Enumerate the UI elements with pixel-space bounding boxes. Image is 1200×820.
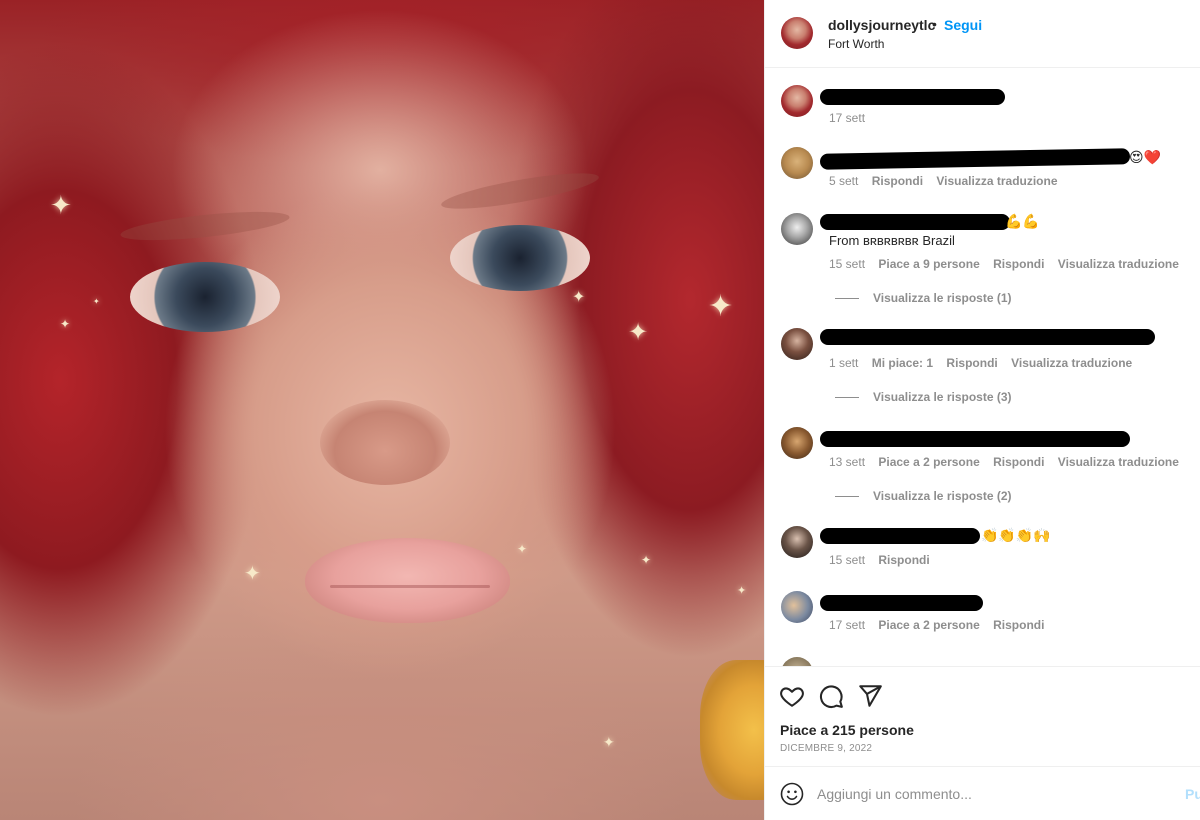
comment-time: 5 sett — [829, 174, 859, 188]
comment-time: 13 sett — [829, 455, 866, 469]
redaction-bar — [820, 214, 1010, 230]
redaction-bar — [820, 528, 980, 544]
comment-time: 15 sett — [829, 257, 866, 271]
comment-meta: 15 sett Piace a 9 persone Rispondi Visua… — [829, 257, 1189, 271]
comment-meta: 5 sett Rispondi Visualizza traduzione — [829, 174, 1068, 188]
commenter-avatar[interactable] — [781, 591, 813, 623]
left-eye — [130, 262, 280, 332]
translate-button[interactable]: Visualizza traduzione — [1011, 356, 1132, 370]
sparkle-icon: ✦ — [708, 290, 734, 323]
commenter-avatar[interactable] — [781, 85, 813, 117]
sparkle-icon: ✦ — [641, 553, 652, 567]
comment-meta: 1 sett Mi piace: 1 Rispondi Visualizza t… — [829, 356, 1142, 370]
likes-count[interactable]: Piace a 215 persone — [780, 722, 914, 738]
comment-emoji: 💪💪 — [1005, 213, 1040, 229]
lips — [305, 538, 510, 623]
redaction-bar — [820, 431, 1130, 447]
view-replies-button[interactable]: Visualizza le risposte (3) — [835, 390, 1012, 404]
comment-time: 17 sett — [829, 618, 866, 632]
sparkle-icon: ✦ — [93, 297, 100, 306]
sparkle-icon: ✦ — [50, 190, 72, 220]
translate-button[interactable]: Visualizza traduzione — [1058, 257, 1179, 271]
comment-meta: 15 sett Rispondi — [829, 553, 940, 567]
comment-bubble-icon[interactable] — [818, 683, 844, 709]
reply-button[interactable]: Rispondi — [993, 257, 1044, 271]
reply-button[interactable]: Rispondi — [993, 455, 1044, 469]
likes-count-link[interactable]: Mi piace: 1 — [872, 356, 933, 370]
post-header: dollysjourneytlc • Segui Fort Worth — [765, 0, 1200, 68]
commenter-avatar[interactable] — [781, 427, 813, 459]
post-comment-button[interactable]: Pu — [1185, 786, 1200, 802]
commenter-avatar[interactable] — [781, 213, 813, 245]
view-replies-button[interactable]: Visualizza le risposte (2) — [835, 489, 1012, 503]
translate-button[interactable]: Visualizza traduzione — [1058, 455, 1179, 469]
paper-plane-icon[interactable] — [857, 683, 883, 709]
comment-time: 17 sett — [829, 111, 866, 125]
comment-emoji: 👏👏👏🙌 — [981, 527, 1051, 543]
replies-line — [835, 298, 859, 300]
lip-line — [330, 585, 490, 588]
replies-line — [835, 397, 859, 399]
commenter-avatar[interactable] — [781, 657, 813, 666]
sparkle-icon: ✦ — [603, 734, 615, 750]
comments-list[interactable]: 17 sett 😍❤️ 5 sett Rispondi Visualizza t… — [765, 69, 1200, 666]
likes-count-link[interactable]: Piace a 2 persone — [878, 455, 979, 469]
reply-button[interactable]: Rispondi — [993, 618, 1044, 632]
view-replies-label: Visualizza le risposte (2) — [873, 489, 1012, 503]
right-eye — [450, 225, 590, 291]
translate-button[interactable]: Visualizza traduzione — [936, 174, 1057, 188]
comment-text: From ʙʀʙʀʙʀʙʀ Brazil — [829, 233, 955, 248]
comment-meta: 17 sett Piace a 2 persone Rispondi — [829, 618, 1054, 632]
reply-button[interactable]: Rispondi — [946, 356, 997, 370]
comment-time: 1 sett — [829, 356, 859, 370]
sparkle-icon: ✦ — [572, 289, 586, 306]
redaction-bar — [820, 329, 1155, 345]
add-comment-bar: Pu — [765, 766, 1200, 820]
comment-meta: 13 sett Piace a 2 persone Rispondi Visua… — [829, 455, 1189, 469]
likes-count-link[interactable]: Piace a 9 persone — [878, 257, 979, 271]
reply-button[interactable]: Rispondi — [872, 174, 923, 188]
right-eyebrow — [439, 166, 601, 216]
sparkle-icon: ✦ — [517, 542, 528, 556]
heart-icon[interactable] — [779, 683, 805, 709]
post-photo[interactable]: ✦ ✦ ✦ ✦ ✦ ✦ ✦ ✦ ✦ ✦ ✦ — [0, 0, 764, 820]
author-username[interactable]: dollysjourneytlc — [828, 17, 935, 33]
sparkle-icon: ✦ — [628, 319, 649, 346]
comment-meta: 17 sett — [829, 111, 875, 125]
replies-line — [835, 496, 859, 498]
redaction-bar — [819, 148, 1131, 170]
author-avatar[interactable] — [781, 17, 813, 49]
redaction-bar — [820, 595, 983, 611]
comment-emoji: 😍❤️ — [1129, 149, 1162, 165]
add-comment-input[interactable] — [817, 781, 1167, 807]
emoji-icon[interactable] — [780, 782, 804, 806]
likes-count-link[interactable]: Piace a 2 persone — [878, 618, 979, 632]
view-replies-button[interactable]: Visualizza le risposte (1) — [835, 291, 1012, 305]
post-date: DICEMBRE 9, 2022 — [780, 743, 873, 754]
post-side-panel: dollysjourneytlc • Segui Fort Worth 17 s… — [764, 0, 1200, 820]
comment-time: 15 sett — [829, 553, 866, 567]
redaction-bar — [820, 89, 1005, 105]
nose — [320, 400, 450, 485]
reply-button[interactable]: Rispondi — [878, 553, 929, 567]
sparkle-icon: ✦ — [737, 585, 747, 597]
commenter-avatar[interactable] — [781, 147, 813, 179]
view-replies-label: Visualizza le risposte (1) — [873, 291, 1012, 305]
commenter-avatar[interactable] — [781, 328, 813, 360]
post-actions: Piace a 215 persone DICEMBRE 9, 2022 — [765, 666, 1200, 766]
sunflower-tattoo — [700, 660, 764, 800]
sparkle-icon: ✦ — [244, 563, 261, 585]
view-replies-label: Visualizza le risposte (3) — [873, 390, 1012, 404]
follow-button[interactable]: Segui — [944, 17, 982, 33]
commenter-avatar[interactable] — [781, 526, 813, 558]
left-eyebrow — [119, 206, 291, 246]
post-location[interactable]: Fort Worth — [828, 37, 884, 51]
sparkle-icon: ✦ — [60, 317, 71, 331]
separator-dot: • — [932, 16, 937, 32]
